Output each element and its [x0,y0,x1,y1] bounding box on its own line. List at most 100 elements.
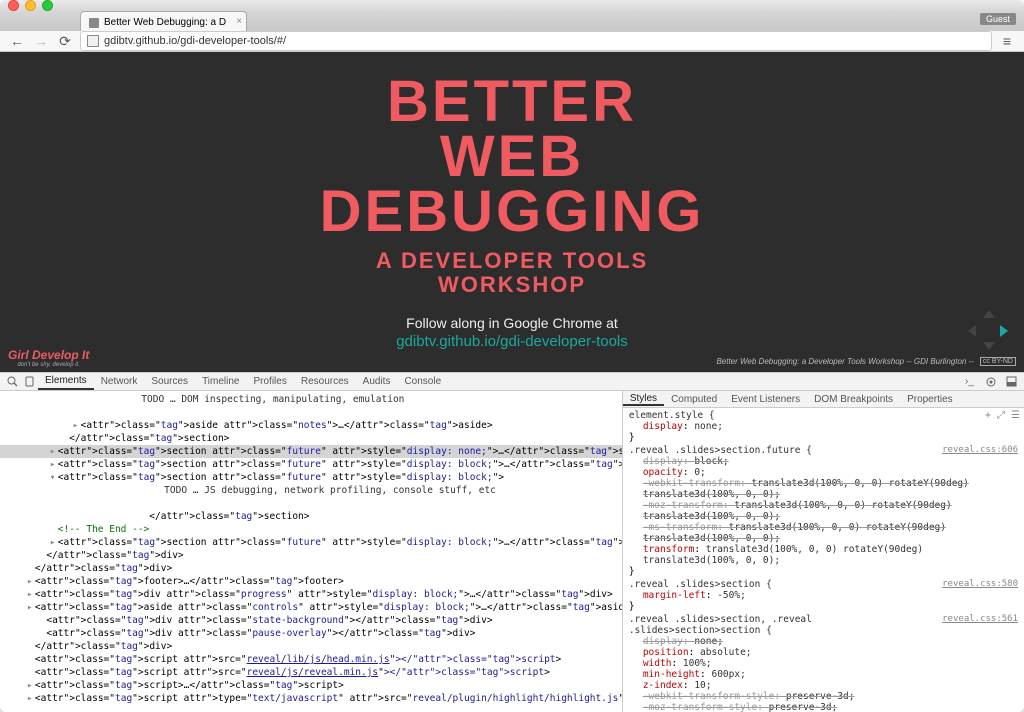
device-mode-icon[interactable] [21,374,38,389]
follow-url[interactable]: gdibtv.github.io/gdi-developer-tools [396,333,628,350]
css-property[interactable]: display: none; [629,421,1018,432]
devtools-tab-sources[interactable]: Sources [144,373,195,390]
css-property[interactable]: display: block; [629,456,1018,467]
css-property[interactable]: min-height: 600px; [629,669,1018,680]
dom-node-line[interactable]: <attr">class="tag">div attr">class="paus… [0,627,622,640]
settings-icon[interactable] [982,374,999,389]
styles-tab-computed[interactable]: Computed [664,394,724,405]
browser-tab[interactable]: Better Web Debugging: a D × [80,11,247,31]
slide-subtitle: A DEVELOPER TOOLS WORKSHOP [376,249,648,297]
subtitle-line: WORKSHOP [376,273,648,297]
css-rule[interactable]: element.style {display: none;} [629,410,1018,443]
forward-button[interactable]: → [32,32,50,50]
close-tab-icon[interactable]: × [236,16,242,27]
dom-node-line[interactable]: </attr">class="tag">section> [0,432,622,445]
css-property[interactable]: -moz-transform-style: preserve-3d; [629,702,1018,712]
dom-node-line[interactable]: </attr">class="tag">section> [0,510,622,523]
gdi-logo-text: Girl Develop It [8,348,89,362]
source-link[interactable]: reveal.css:561 [942,614,1018,636]
css-property[interactable]: -ms-transform: translate3d(100%, 0, 0) r… [629,522,1018,544]
devtools-tab-elements[interactable]: Elements [38,373,94,390]
css-rule[interactable]: .reveal .slides>section, .reveal .slides… [629,614,1018,712]
dom-node-line[interactable]: </attr">class="tag">div> [0,549,622,562]
dom-node-line[interactable]: ▸<attr">class="tag">script attr">type="t… [0,692,622,705]
nav-down-icon[interactable] [983,342,995,350]
slide-title: BETTER WEB DEBUGGING [320,74,705,239]
reload-button[interactable]: ⟳ [56,32,74,50]
dom-node-line[interactable]: <!-- The End --> [0,523,622,536]
dom-node-line[interactable]: ▸<attr">class="tag">footer>…</attr">clas… [0,575,622,588]
css-property[interactable]: width: 100%; [629,658,1018,669]
dom-node-line[interactable]: ▸<attr">class="tag">div attr">class="pro… [0,588,622,601]
devtools-toolbar-right: ›_ [961,374,1020,389]
dom-node-line[interactable]: <attr">class="tag">div attr">class="stat… [0,614,622,627]
devtools-tab-resources[interactable]: Resources [294,373,356,390]
title-line: BETTER [320,74,705,129]
source-link[interactable]: reveal.css:606 [942,445,1018,456]
menu-button[interactable]: ≡ [998,32,1016,50]
devtools-tab-timeline[interactable]: Timeline [195,373,246,390]
dom-node-line[interactable] [0,497,622,510]
dom-node-line[interactable]: TODO … JS debugging, network profiling, … [0,484,622,497]
css-property[interactable]: opacity: 0; [629,467,1018,478]
title-line: DEBUGGING [320,184,705,239]
css-property[interactable]: transform: translate3d(100%, 0, 0) rotat… [629,544,1018,566]
dom-node-line[interactable]: ▸<attr">class="tag">section attr">class=… [0,458,622,471]
address-bar[interactable]: gdibtv.github.io/gdi-developer-tools/#/ [80,31,992,51]
elements-tree[interactable]: TODO … DOM inspecting, manipulating, emu… [0,391,623,712]
dom-node-line[interactable]: ▾<attr">class="tag">section attr">class=… [0,471,622,484]
styles-body[interactable]: + ⤢ ☰ element.style {display: none;}.rev… [623,408,1024,712]
css-property[interactable]: -webkit-transform-style: preserve-3d; [629,691,1018,702]
dom-node-line[interactable]: <attr">class="tag">script attr">src="rev… [0,653,622,666]
css-property[interactable]: z-index: 10; [629,680,1018,691]
traffic-lights [8,0,53,11]
dom-node-line[interactable]: ▸<attr">class="tag">script>…</attr">clas… [0,679,622,692]
dom-node-line[interactable]: ▸<attr">class="tag">section attr">class=… [0,536,622,549]
back-button[interactable]: ← [8,32,26,50]
guest-badge[interactable]: Guest [980,13,1016,25]
dom-node-line[interactable]: </attr">class="tag">div> [0,562,622,575]
nav-right-icon[interactable] [1000,325,1008,337]
console-drawer-icon[interactable]: ›_ [961,374,978,389]
devtools-tab-console[interactable]: Console [397,373,448,390]
tab-title: Better Web Debugging: a D [104,17,226,28]
css-rule[interactable]: .reveal .slides>section.future {reveal.c… [629,445,1018,577]
styles-tab-properties[interactable]: Properties [900,394,960,405]
dock-icon[interactable] [1003,374,1020,389]
dom-node-line[interactable]: </attr">class="tag">div> [0,640,622,653]
dom-node-line[interactable]: <attr">class="tag">script attr">src="rev… [0,666,622,679]
dom-node-line[interactable]: ▸<attr">class="tag">aside attr">class="c… [0,601,622,614]
css-property[interactable]: -webkit-transform: translate3d(100%, 0, … [629,478,1018,500]
source-link[interactable]: reveal.css:580 [942,579,1018,590]
styles-tab-styles[interactable]: Styles [623,393,664,406]
dom-node-line[interactable]: TODO … DOM inspecting, manipulating, emu… [0,393,622,406]
styles-tabs: StylesComputedEvent ListenersDOM Breakpo… [623,391,1024,408]
inspect-icon[interactable] [4,374,21,389]
footer-logo: Girl Develop It don't be shy, develop it… [8,348,89,368]
footer-credit: Better Web Debugging: a Developer Tools … [716,357,1016,366]
credit-text: Better Web Debugging: a Developer Tools … [716,357,973,366]
css-property[interactable]: margin-left: -50%; [629,590,1018,601]
css-property[interactable]: -moz-transform: translate3d(100%, 0, 0) … [629,500,1018,522]
nav-left-icon[interactable] [968,325,976,337]
slide-nav [968,310,1008,350]
close-window-button[interactable] [8,0,19,11]
css-property[interactable]: position: absolute; [629,647,1018,658]
dom-node-line[interactable] [0,406,622,419]
dom-node-line[interactable]: ▸<attr">class="tag">section attr">class=… [0,445,622,458]
maximize-window-button[interactable] [42,0,53,11]
css-property[interactable]: display: none; [629,636,1018,647]
gdi-tagline: don't be shy, develop it. [8,362,89,368]
devtools-tab-audits[interactable]: Audits [356,373,398,390]
minimize-window-button[interactable] [25,0,36,11]
devtools-tab-profiles[interactable]: Profiles [246,373,293,390]
devtools-tab-network[interactable]: Network [94,373,145,390]
css-rule[interactable]: .reveal .slides>section {reveal.css:580m… [629,579,1018,612]
nav-up-icon[interactable] [983,310,995,318]
page-icon [87,35,99,47]
styles-tab-event-listeners[interactable]: Event Listeners [724,394,807,405]
dom-node-line[interactable]: ▸<attr">class="tag">aside attr">class="n… [0,419,622,432]
window-titlebar [0,0,1024,11]
styles-tab-dom-breakpoints[interactable]: DOM Breakpoints [807,394,900,405]
styles-pane: StylesComputedEvent ListenersDOM Breakpo… [623,391,1024,712]
